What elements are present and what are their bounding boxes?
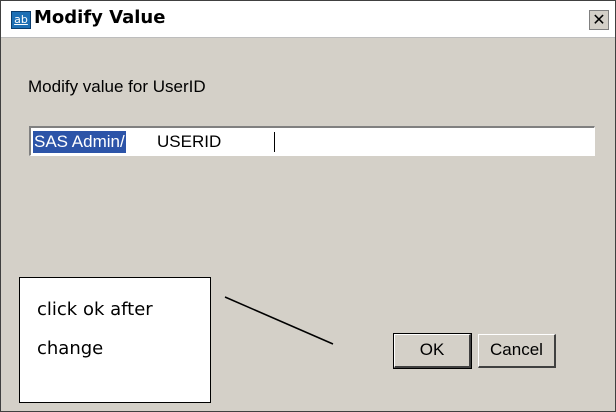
- cancel-button[interactable]: Cancel: [478, 334, 556, 368]
- modify-value-dialog: ab Modify Value ✕ Modify value for UserI…: [0, 0, 616, 412]
- pointer-stroke: [224, 296, 334, 345]
- ok-button[interactable]: OK: [393, 333, 472, 369]
